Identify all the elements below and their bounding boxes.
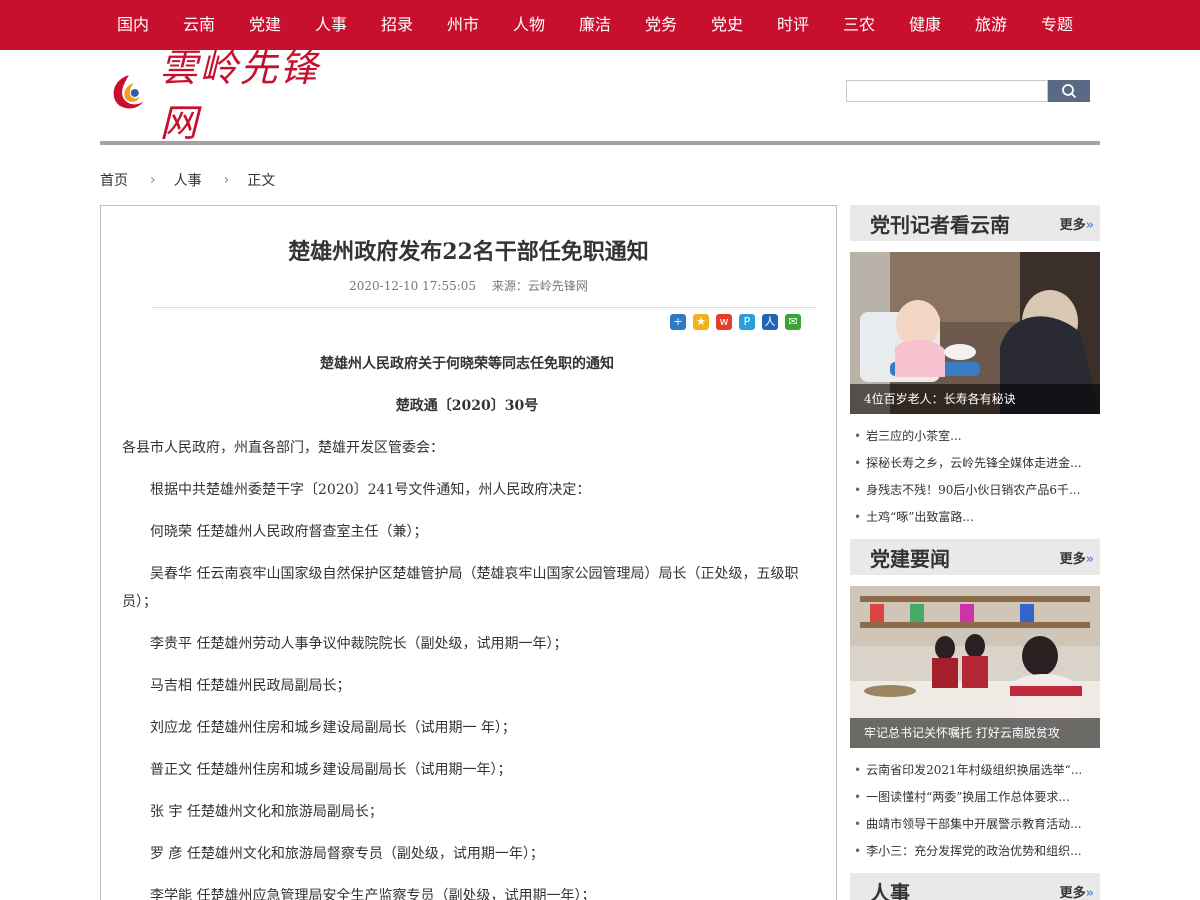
search-icon <box>1062 84 1077 99</box>
search-button[interactable] <box>1048 80 1090 102</box>
section-title: 党刊记者看云南 <box>870 213 1010 237</box>
logo-text: 雲岭先锋网 <box>159 46 320 145</box>
article-paragraph: 刘应龙 任楚雄州住房和城乡建设局副局长（试用期一 年）； <box>150 720 516 736</box>
breadcrumb-home[interactable]: 首页 <box>100 170 128 190</box>
article-source: 来源：云岭先锋网 <box>491 279 588 293</box>
article-paragraph: 楚政通〔2020〕30号 <box>395 398 539 414</box>
sidebar-section-reporters: 党刊记者看云南 更多» 4位百岁老人：长寿各有秘诀 岩三应的小茶室...探秘长寿… <box>850 205 1100 531</box>
qzone-share-icon[interactable]: ★ <box>693 314 709 330</box>
nav-item[interactable]: 健康 <box>892 0 958 50</box>
featured-photo[interactable]: 4位百岁老人：长寿各有秘诀 <box>850 252 1100 414</box>
plus-share-icon[interactable]: + <box>670 314 686 330</box>
article-paragraph: 张 宇 任楚雄州文化和旅游局副局长； <box>150 804 383 820</box>
article-panel: 楚雄州政府发布22名干部任免职通知 2020-12-10 17:55:05 来源… <box>100 205 837 900</box>
sidebar-section-personnel: 人事 更多» <box>850 873 1100 900</box>
qq-share-icon[interactable]: P <box>739 314 755 330</box>
search-box <box>846 80 1090 102</box>
header-divider <box>100 141 1100 145</box>
chevron-right-icon: › <box>150 172 156 188</box>
article-body: 楚雄州人民政府关于何晓荣等同志任免职的通知 楚政通〔2020〕30号各县市人民政府… <box>122 350 812 900</box>
nav-item[interactable]: 人物 <box>496 0 562 50</box>
chevron-right-icon: › <box>223 172 230 188</box>
section-header: 党建要闻 更多» <box>850 539 1100 575</box>
sidebar-section-party-news: 党建要闻 更多» 牢记总书记关怀嘱托 打好云南脱贫攻 云南省印发2021年村级组… <box>850 539 1100 865</box>
nav-item[interactable]: 招录 <box>364 0 430 50</box>
more-link[interactable]: 更多» <box>1060 214 1094 233</box>
featured-photo[interactable]: 牢记总书记关怀嘱托 打好云南脱贫攻 <box>850 586 1100 748</box>
flame-logo-icon <box>113 75 144 109</box>
nav-item[interactable]: 旅游 <box>958 0 1024 50</box>
breadcrumb-section[interactable]: 人事 <box>174 170 202 190</box>
nav-item[interactable]: 国内 <box>100 0 166 50</box>
article-paragraph: 楚雄州人民政府关于何晓荣等同志任免职的通知 <box>320 356 614 372</box>
double-chevron-icon: » <box>1085 886 1094 900</box>
news-list: 云南省印发2021年村级组织换届选举“...一图读懂村“两委”换届工作总体要求.… <box>850 757 1100 865</box>
nav-item[interactable]: 时评 <box>760 0 826 50</box>
section-header: 党刊记者看云南 更多» <box>850 205 1100 241</box>
section-header: 人事 更多» <box>850 873 1100 900</box>
news-list-item[interactable]: 岩三应的小茶室... <box>850 423 1100 450</box>
article-paragraph: 各县市人民政府，州直各部门，楚雄开发区管委会： <box>122 440 444 456</box>
photo-caption: 牢记总书记关怀嘱托 打好云南脱贫攻 <box>850 718 1100 748</box>
news-list-item[interactable]: 土鸡“啄”出致富路... <box>850 504 1100 531</box>
article-paragraph: 马吉相 任楚雄州民政局副局长； <box>150 678 351 694</box>
article-paragraph: 吴春华 任云南哀牢山国家级自然保护区楚雄管护局（楚雄哀牢山国家公园管理局）局长（… <box>122 566 799 610</box>
nav-item[interactable]: 党史 <box>694 0 760 50</box>
nav-item[interactable]: 州市 <box>430 0 496 50</box>
double-chevron-icon: » <box>1085 218 1094 233</box>
section-title: 人事 <box>870 881 910 900</box>
news-list-item[interactable]: 一图读懂村“两委”换届工作总体要求... <box>850 784 1100 811</box>
news-list-item[interactable]: 曲靖市领导干部集中开展警示教育活动... <box>850 811 1100 838</box>
wechat-share-icon[interactable]: ✉ <box>785 314 801 330</box>
article-date: 2020-12-10 17:55:05 <box>349 279 477 293</box>
news-list: 岩三应的小茶室...探秘长寿之乡，云岭先锋全媒体走进金...身残志不残！90后小… <box>850 423 1100 531</box>
article-meta: 2020-12-10 17:55:05 来源：云岭先锋网 <box>101 277 836 294</box>
section-title: 党建要闻 <box>870 547 950 571</box>
search-input[interactable] <box>846 80 1048 102</box>
nav-item[interactable]: 专题 <box>1024 0 1090 50</box>
site-logo[interactable]: 雲岭先锋网 <box>108 46 358 145</box>
article-paragraph: 李学能 任楚雄州应急管理局安全生产监察专员（副处级，试用期一年）； <box>150 888 596 900</box>
article-title: 楚雄州政府发布22名干部任免职通知 <box>288 239 649 265</box>
renren-share-icon[interactable]: 人 <box>762 314 778 330</box>
news-list-item[interactable]: 李小三：充分发挥党的政治优势和组织... <box>850 838 1100 865</box>
article-paragraph: 普正文 任楚雄州住房和城乡建设局副局长（试用期一年）； <box>150 762 512 778</box>
breadcrumb: 首页 › 人事 › 正文 <box>100 168 275 192</box>
share-bar: + ★ w P 人 ✉ <box>670 314 808 330</box>
double-chevron-icon: » <box>1085 552 1094 567</box>
nav-item[interactable]: 三农 <box>826 0 892 50</box>
article-rule <box>151 307 816 308</box>
nav-item[interactable]: 党务 <box>628 0 694 50</box>
nav-item[interactable]: 廉洁 <box>562 0 628 50</box>
more-link[interactable]: 更多» <box>1060 548 1094 567</box>
article-paragraph: 李贵平 任楚雄州劳动人事争议仲裁院院长（副处级，试用期一年）； <box>150 636 568 652</box>
news-list-item[interactable]: 云南省印发2021年村级组织换届选举“... <box>850 757 1100 784</box>
breadcrumb-current: 正文 <box>247 173 276 189</box>
article-paragraph: 根据中共楚雄州委楚干字〔2020〕241号文件通知，州人民政府决定： <box>150 482 591 498</box>
photo-caption: 4位百岁老人：长寿各有秘诀 <box>850 384 1100 414</box>
article-paragraph: 罗 彦 任楚雄州文化和旅游局督察专员（副处级，试用期一年）； <box>150 846 544 862</box>
weibo-share-icon[interactable]: w <box>716 314 732 330</box>
article-paragraph: 何晓荣 任楚雄州人民政府督查室主任（兼）； <box>150 524 428 540</box>
more-link[interactable]: 更多» <box>1060 882 1094 900</box>
news-list-item[interactable]: 身残志不残！90后小伙日销农产品6千... <box>850 477 1100 504</box>
news-list-item[interactable]: 探秘长寿之乡，云岭先锋全媒体走进金... <box>850 450 1100 477</box>
